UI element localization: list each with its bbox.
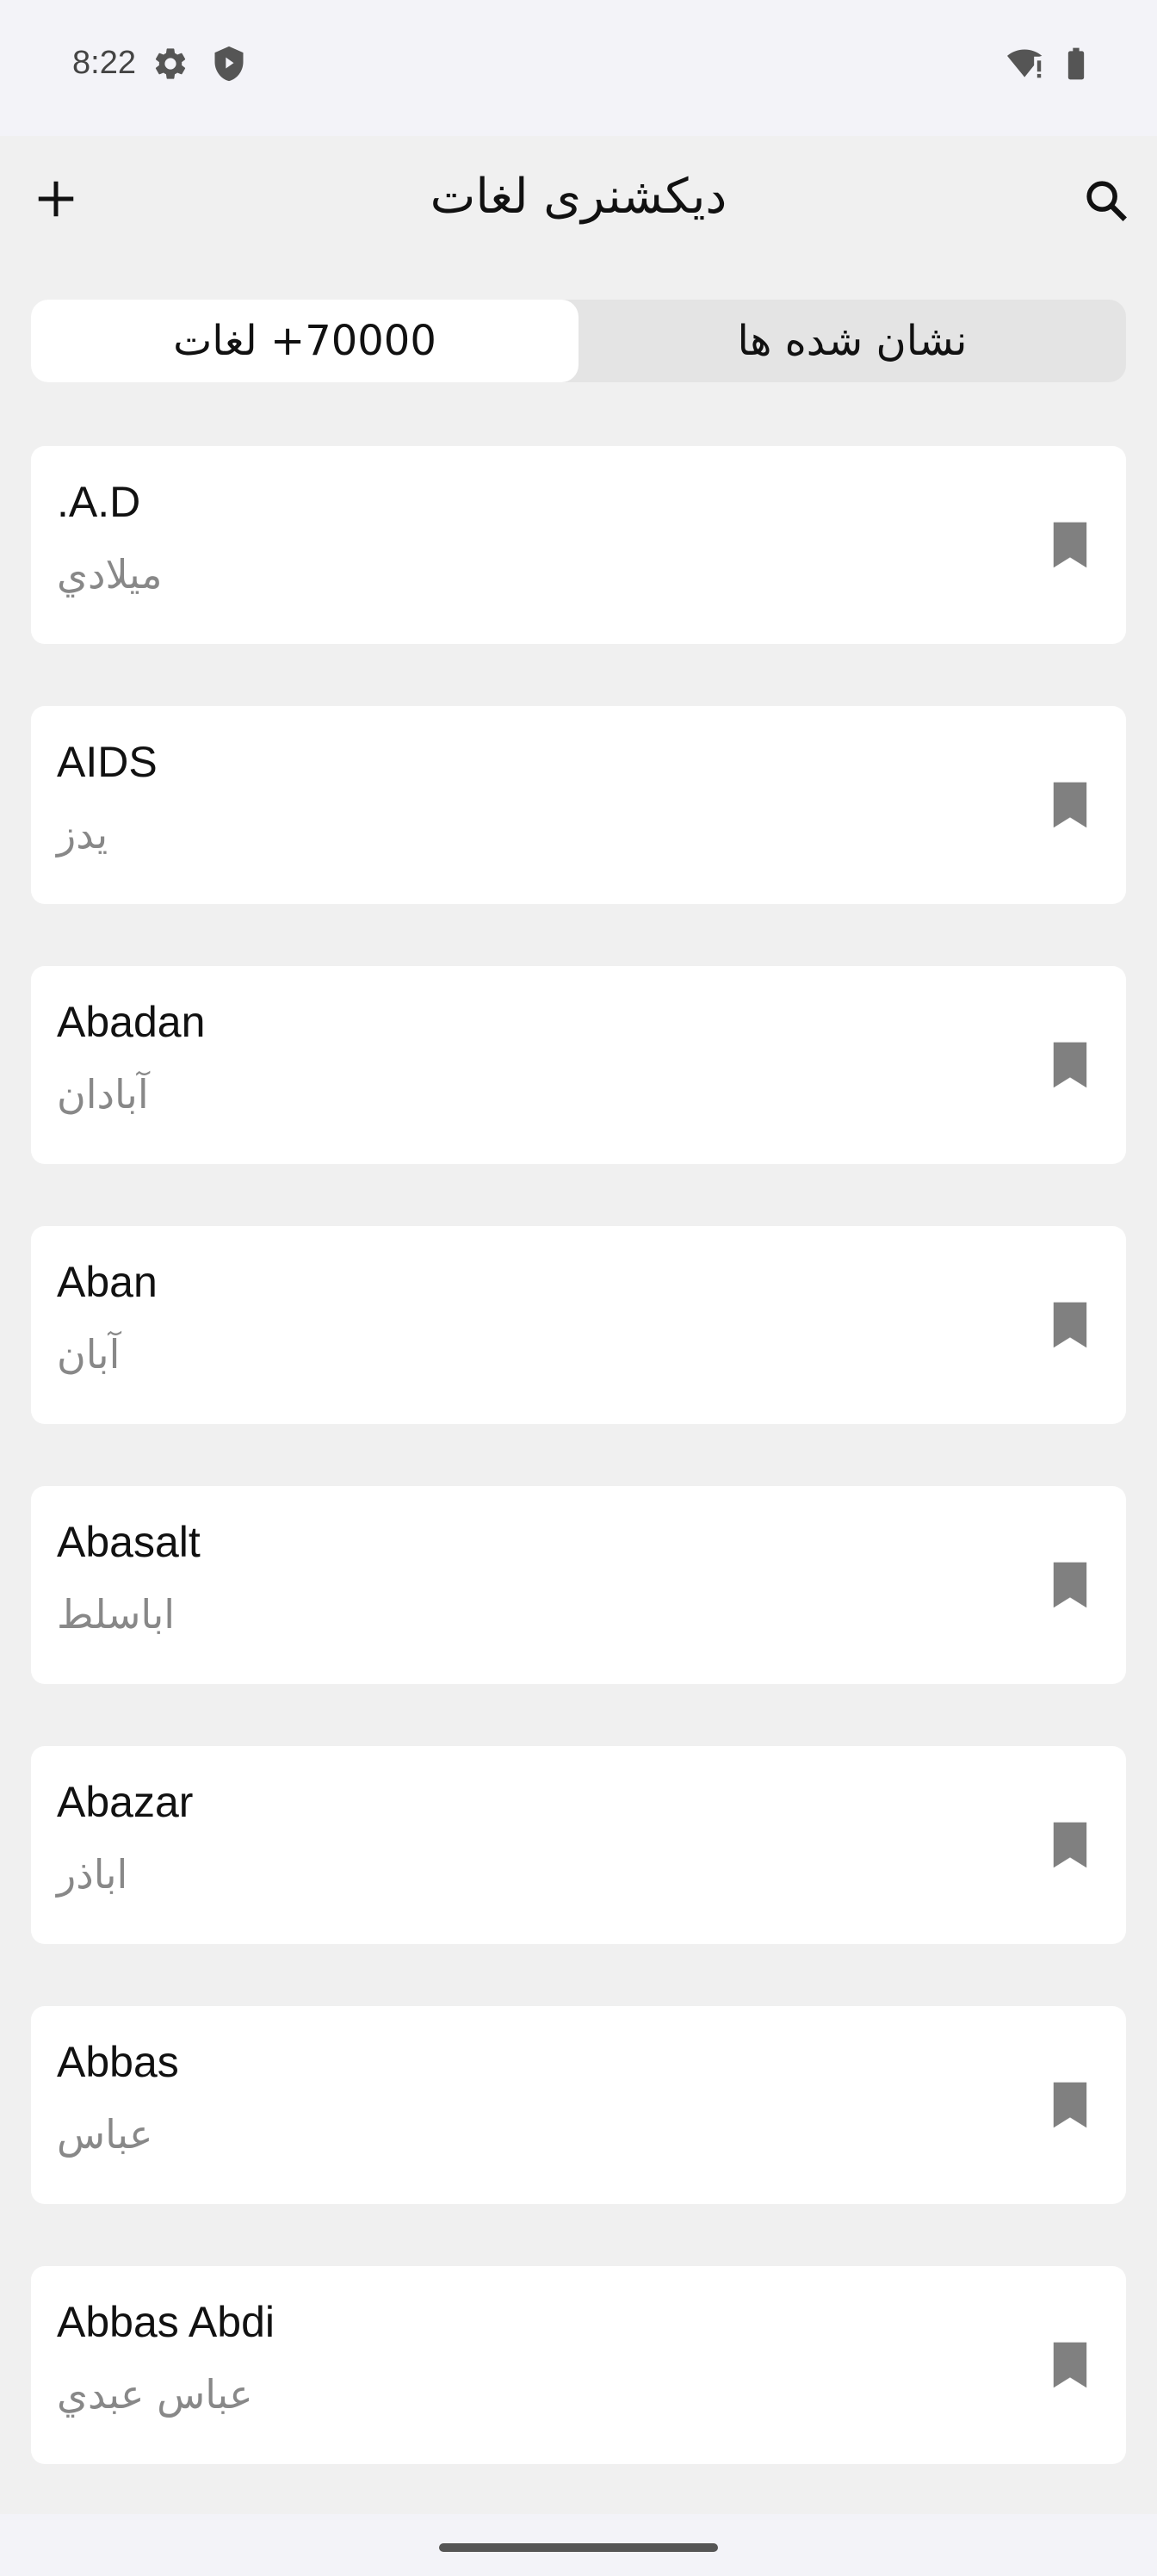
tab-switcher: 70000+ لغات نشان شده ها bbox=[31, 300, 1126, 382]
word-persian: آبادان bbox=[57, 1071, 149, 1118]
bookmark-button[interactable] bbox=[1040, 515, 1100, 575]
bookmark-icon bbox=[1053, 782, 1087, 828]
tab-bookmarks[interactable]: نشان شده ها bbox=[578, 300, 1126, 382]
word-persian: اباسلط bbox=[57, 1591, 176, 1638]
bookmark-icon bbox=[1053, 1562, 1087, 1608]
bookmark-icon bbox=[1053, 1042, 1087, 1088]
word-english: Abadan bbox=[57, 998, 206, 1046]
status-time: 8:22 bbox=[72, 45, 136, 81]
word-persian: عباس bbox=[57, 2111, 153, 2158]
word-english: AIDS bbox=[57, 738, 158, 786]
word-persian: اباذر bbox=[57, 1851, 128, 1898]
bookmark-icon bbox=[1053, 2082, 1087, 2128]
word-item[interactable]: Abazar اباذر bbox=[31, 1746, 1126, 1944]
word-item[interactable]: Abadan آبادان bbox=[31, 966, 1126, 1164]
bookmark-icon bbox=[1053, 522, 1087, 568]
bookmark-button[interactable] bbox=[1040, 1295, 1100, 1355]
bookmark-icon bbox=[1053, 1822, 1087, 1868]
word-english: Abazar bbox=[57, 1778, 194, 1826]
tab-all-words[interactable]: 70000+ لغات bbox=[31, 300, 578, 382]
word-item[interactable]: Abbas عباس bbox=[31, 2006, 1126, 2204]
search-button[interactable] bbox=[1076, 170, 1136, 231]
word-persian: ميلادي bbox=[57, 551, 163, 598]
bookmark-button[interactable] bbox=[1040, 2075, 1100, 2135]
settings-gear-icon bbox=[152, 45, 189, 83]
word-item[interactable]: Aban آبان bbox=[31, 1226, 1126, 1424]
bookmark-icon bbox=[1053, 2342, 1087, 2388]
navigation-bar bbox=[0, 2514, 1157, 2576]
search-icon bbox=[1086, 181, 1127, 221]
bookmark-icon bbox=[1053, 1302, 1087, 1348]
bookmark-button[interactable] bbox=[1040, 1035, 1100, 1095]
shield-play-icon bbox=[210, 45, 248, 83]
word-english: Abbas Abdi bbox=[57, 2298, 275, 2346]
word-english: .A.D bbox=[57, 478, 141, 526]
app-bar: دیکشنری لغات bbox=[0, 136, 1157, 274]
wifi-alert-icon bbox=[1005, 45, 1043, 83]
battery-icon bbox=[1057, 45, 1095, 83]
word-item[interactable]: AIDS يدز bbox=[31, 706, 1126, 904]
bookmark-button[interactable] bbox=[1040, 2335, 1100, 2395]
status-bar: 8:22 bbox=[0, 0, 1157, 136]
word-item[interactable]: Abbas Abdi عباس عبدي bbox=[31, 2266, 1126, 2464]
tab-bookmarks-label: نشان شده ها bbox=[737, 317, 968, 365]
word-item[interactable]: Abasalt اباسلط bbox=[31, 1486, 1126, 1684]
page-title: دیکشنری لغات bbox=[430, 169, 727, 225]
word-english: Abasalt bbox=[57, 1518, 201, 1566]
home-gesture-handle[interactable] bbox=[439, 2543, 718, 2552]
word-english: Abbas bbox=[57, 2038, 179, 2086]
bookmark-button[interactable] bbox=[1040, 1555, 1100, 1615]
bookmark-button[interactable] bbox=[1040, 775, 1100, 835]
word-persian: يدز bbox=[57, 811, 108, 858]
tab-all-words-label: 70000+ لغات bbox=[173, 317, 436, 365]
bookmark-button[interactable] bbox=[1040, 1815, 1100, 1875]
word-persian: آبان bbox=[57, 1331, 121, 1378]
word-item[interactable]: .A.D ميلادي bbox=[31, 446, 1126, 644]
word-english: Aban bbox=[57, 1258, 158, 1306]
word-persian: عباس عبدي bbox=[57, 2371, 253, 2418]
